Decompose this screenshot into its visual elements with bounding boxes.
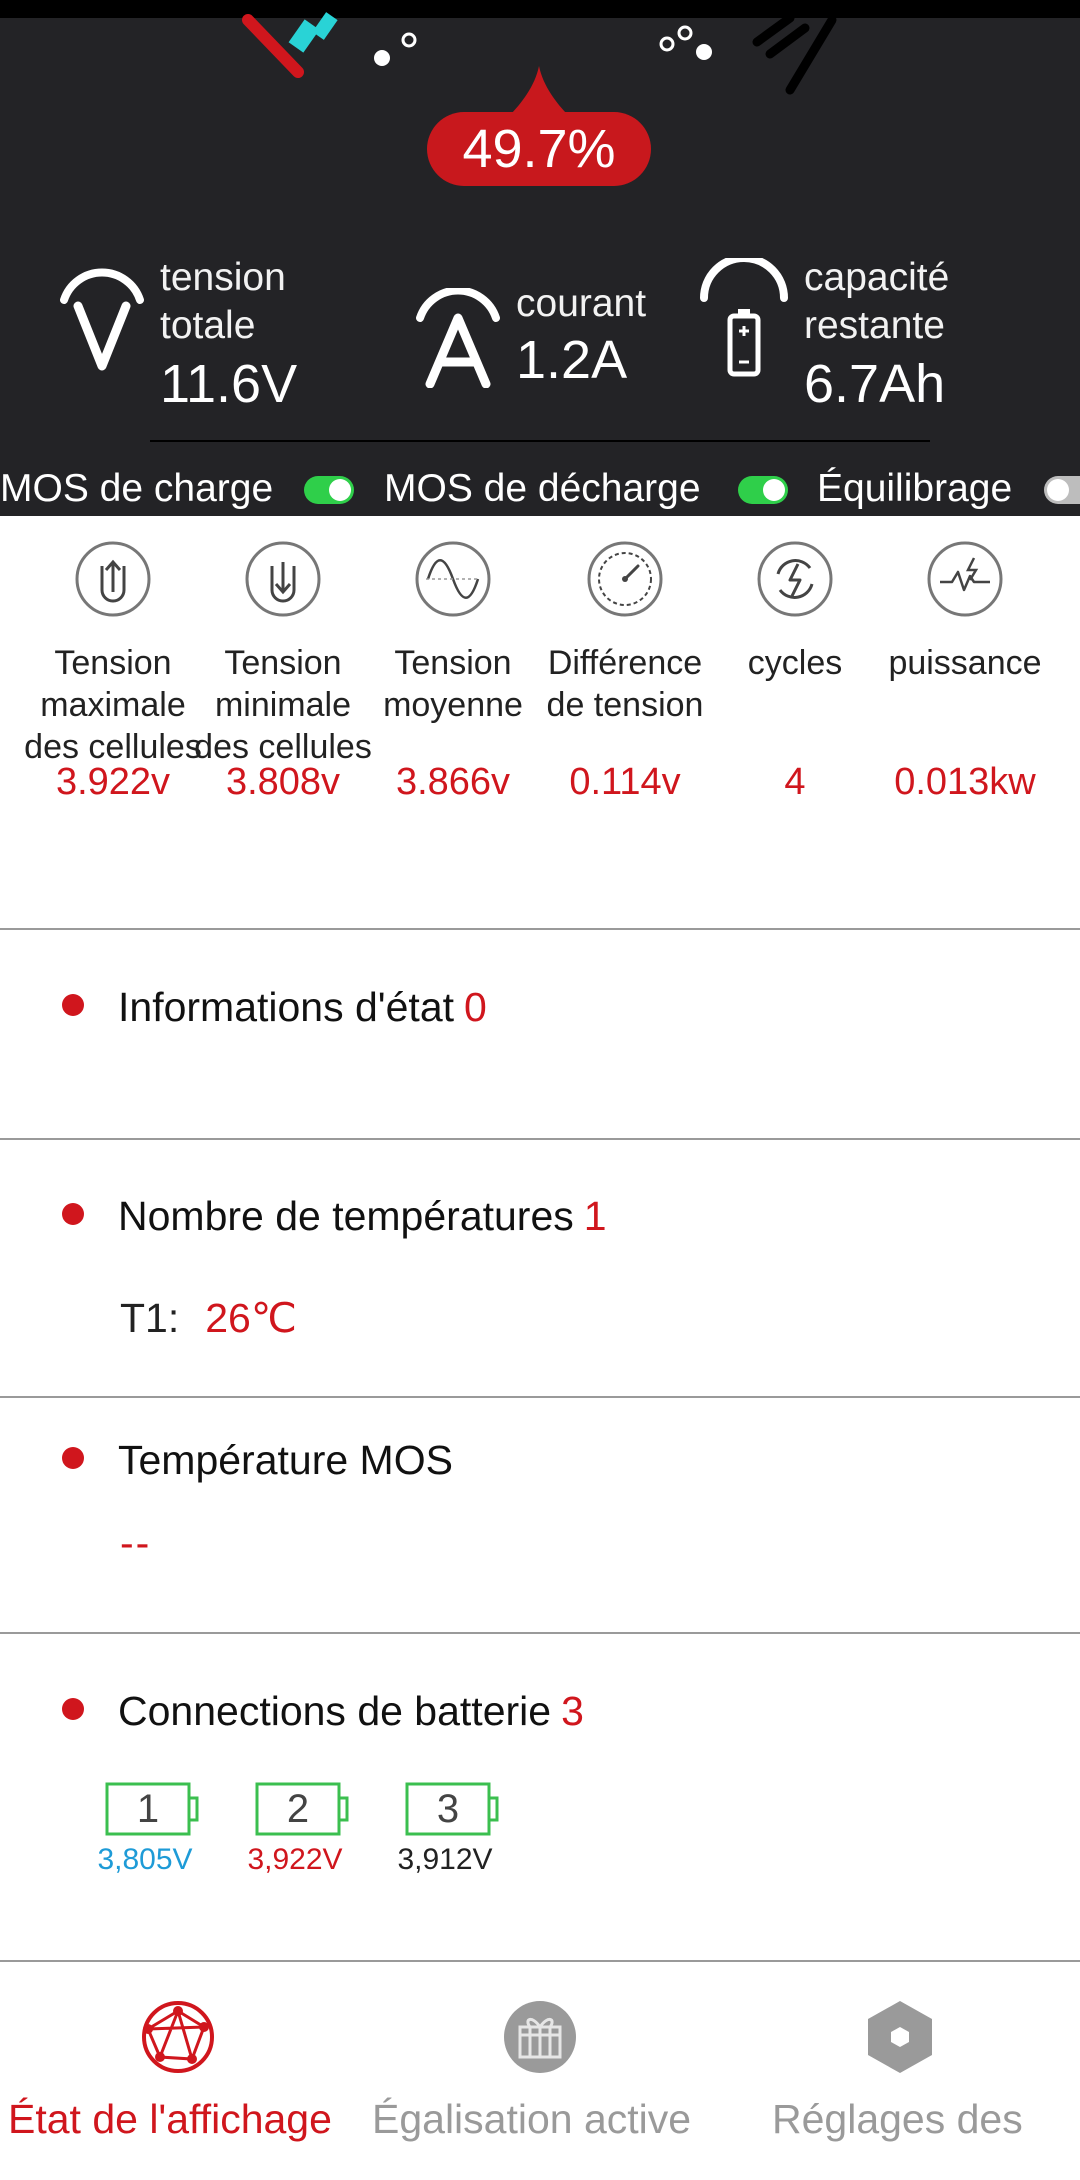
battery-connections-title: Connections de batterie 3 — [118, 1686, 584, 1736]
nav-tab-label: Réglages des — [772, 2096, 1023, 2142]
sensor-label: T1: — [120, 1295, 180, 1341]
battery-cell-number: 2 — [286, 1787, 310, 1831]
metric-label-line1: courant — [516, 282, 647, 325]
sine-wave-icon — [415, 541, 491, 617]
sensor-value: 26℃ — [205, 1295, 297, 1341]
state-of-charge-badge: 49.7% — [427, 66, 651, 186]
globe-network-icon — [142, 2001, 214, 2073]
status-info-count: 0 — [464, 984, 487, 1030]
metric-value: 1.2A — [516, 330, 628, 390]
charge-mos-label: MOS de charge — [0, 467, 274, 510]
divider — [0, 928, 1080, 930]
nav-tab-label: Égalisation active — [372, 2096, 692, 2142]
stat-label: Tension moyenne — [383, 644, 523, 724]
stat-label: puissance — [888, 644, 1042, 682]
stat-label: cycles — [747, 644, 843, 682]
battery-connections-count: 3 — [561, 1688, 584, 1734]
mos-switch-row: MOS de charge MOS de décharge Équilibrag… — [0, 462, 1080, 516]
discharge-mos-toggle[interactable] — [738, 476, 788, 504]
temperature-sensor-row: T1: 26℃ — [120, 1290, 297, 1346]
battery-cell-voltage: 3,922V — [247, 1843, 343, 1876]
stat-value: 0.013kw — [894, 761, 1036, 803]
mos-temperature-title: Température MOS — [118, 1437, 453, 1483]
mos-temperature-value: -- — [120, 1520, 152, 1566]
badge-pointer — [509, 66, 569, 116]
metric-value: 11.6V — [160, 354, 298, 414]
stat-label: Tension maximale des cellules — [24, 644, 202, 766]
metric-value: 6.7Ah — [804, 354, 946, 414]
nav-tab-settings[interactable]: Réglages des — [720, 1962, 1080, 2162]
current-icon — [416, 288, 500, 388]
charge-mos-toggle[interactable] — [304, 476, 354, 504]
metric-total-voltage: tension totale 11.6V — [58, 256, 378, 428]
power-icon — [927, 541, 1003, 617]
state-of-charge-value: 49.7% — [462, 119, 616, 179]
max-voltage-icon — [75, 541, 151, 617]
metric-label-line1: capacité — [804, 256, 950, 299]
divider — [0, 1396, 1080, 1398]
gauge-icon — [587, 541, 663, 617]
bullet-icon — [62, 1447, 84, 1469]
bullet-icon — [62, 1698, 84, 1720]
metric-label-line2: restante — [804, 304, 945, 347]
nav-tab-label: État de l'affichage — [8, 2096, 332, 2142]
battery-cell-number: 1 — [136, 1787, 160, 1831]
bullet-icon — [62, 994, 84, 1016]
temperature-count-title: Nombre de températures 1 — [118, 1191, 607, 1241]
bottom-navigation: État de l'affichage Égalisation active R… — [0, 1960, 1080, 2180]
nav-tab-display-status[interactable]: État de l'affichage — [0, 1962, 360, 2162]
status-info-label: Informations d'état — [118, 984, 455, 1030]
battery-cell-voltage: 3,805V — [97, 1843, 193, 1876]
status-info-title: Informations d'état 0 — [118, 982, 487, 1032]
divider — [0, 1632, 1080, 1634]
battery-cell-number: 3 — [436, 1787, 460, 1831]
nav-tab-active-balancing[interactable]: Égalisation active — [360, 1962, 720, 2162]
stat-label: Différence de tension — [546, 644, 704, 724]
gift-box-icon — [504, 2001, 576, 2073]
balancing-label: Équilibrage — [817, 467, 1013, 510]
app-screen: 49.7% tension totale 11.6V courant 1.2A — [0, 0, 1080, 2180]
battery-overview-panel: 49.7% tension totale 11.6V courant 1.2A — [0, 0, 1080, 516]
battery-connections-label: Connections de batterie — [118, 1688, 552, 1734]
metric-remaining-capacity: capacité restante 6.7Ah — [698, 256, 1038, 428]
divider — [0, 1138, 1080, 1140]
temperature-count-value: 1 — [583, 1193, 607, 1239]
temperature-count-label: Nombre de températures — [118, 1193, 574, 1239]
metric-label-line2: totale — [160, 304, 256, 347]
metric-current: courant 1.2A — [414, 282, 674, 428]
divider — [150, 440, 930, 442]
settings-hexagon-icon — [868, 2001, 932, 2073]
balancing-toggle[interactable] — [1044, 476, 1080, 504]
voltage-icon — [60, 268, 144, 371]
discharge-mos-label: MOS de décharge — [384, 467, 701, 510]
metric-label-line1: tension — [160, 256, 286, 299]
battery-capacity-icon — [700, 258, 788, 377]
battery-cell-voltage: 3,912V — [397, 1843, 493, 1876]
cycle-icon — [757, 541, 833, 617]
min-voltage-icon — [245, 541, 321, 617]
bullet-icon — [62, 1203, 84, 1225]
stat-label: Tension minimale des cellules — [194, 644, 372, 766]
